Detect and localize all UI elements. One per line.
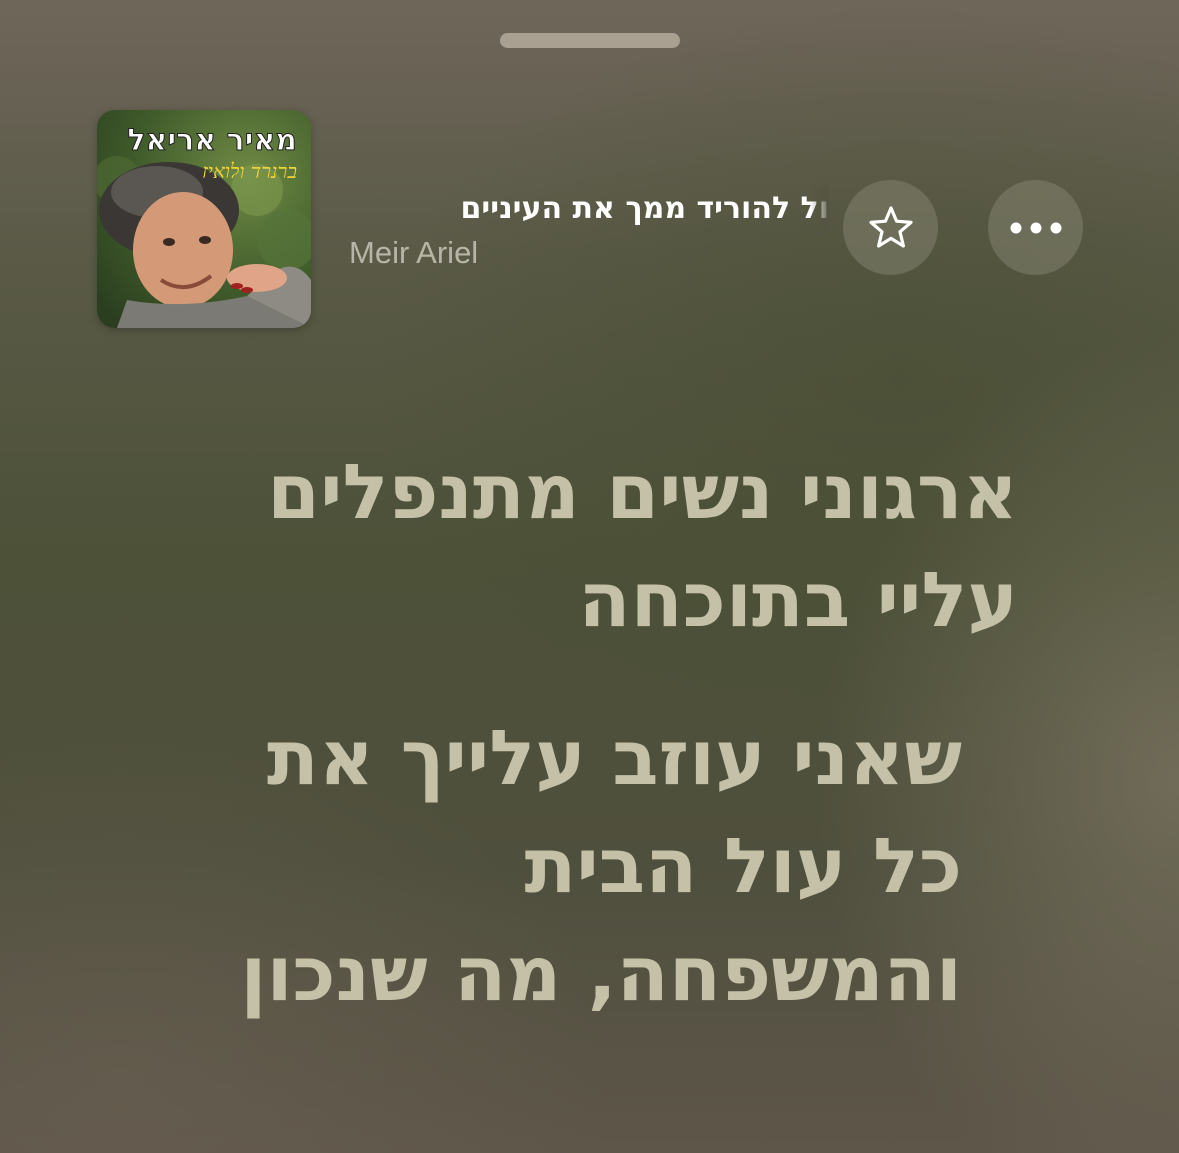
lyrics-stanza[interactable]: שאני עוזב עלייך את כל עול הבית והמשפחה, …	[96, 704, 962, 1028]
lyrics-line[interactable]: כל עול הבית	[96, 812, 962, 920]
now-playing-header: מאיר אריאל ברנרד ולואיז ול להוריד ממך את…	[0, 0, 1179, 340]
more-options-button[interactable]	[988, 180, 1083, 275]
artist-name: Meir Ariel	[349, 235, 479, 270]
artwork-album-lettering: ברנרד ולואיז	[202, 159, 297, 183]
lyrics-view[interactable]: ארגוני נשים מתנפלים עליי בתוכחה שאני עוז…	[96, 438, 1096, 1028]
ellipsis-icon	[1010, 222, 1061, 233]
album-artwork-image: מאיר אריאל ברנרד ולואיז	[97, 110, 311, 328]
song-title: ול להוריד ממך את העיניים	[460, 191, 829, 226]
favorite-button[interactable]	[843, 180, 938, 275]
title-fade	[811, 185, 829, 235]
song-info[interactable]: ול להוריד ממך את העיניים Meir Ariel	[349, 185, 829, 275]
star-outline-icon	[868, 205, 913, 248]
lyrics-line[interactable]: עליי בתוכחה	[96, 546, 1018, 654]
artwork-artist-lettering: מאיר אריאל	[127, 123, 297, 158]
lyrics-line[interactable]: שאני עוזב עלייך את	[96, 704, 962, 812]
lyrics-stanza[interactable]: ארגוני נשים מתנפלים עליי בתוכחה	[96, 438, 1018, 654]
lyrics-line[interactable]: והמשפחה, מה שנכון	[96, 920, 962, 1028]
album-artwork[interactable]: מאיר אריאל ברנרד ולואיז	[97, 110, 311, 328]
lyrics-line[interactable]: ארגוני נשים מתנפלים	[96, 438, 1018, 546]
